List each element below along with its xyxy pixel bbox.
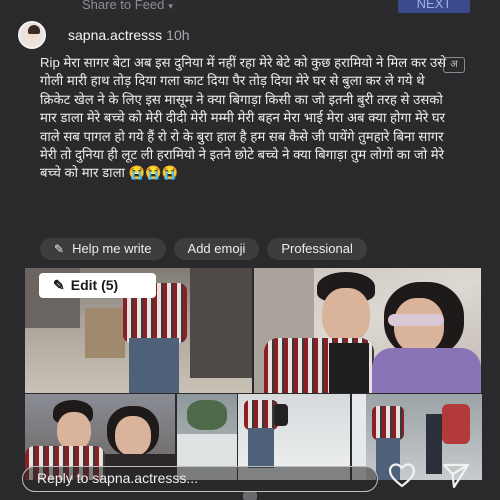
bystander [426, 414, 442, 474]
shelf [190, 268, 252, 378]
edit-media-label: Edit (5) [70, 277, 119, 293]
tshirt [329, 343, 369, 393]
share-to-feed-label: Share to Feed [82, 0, 165, 12]
add-emoji-button[interactable]: Add emoji [173, 238, 260, 260]
professional-label: Professional [281, 241, 353, 256]
face [57, 412, 91, 450]
purple-top [372, 348, 481, 393]
share-to-feed-toggle[interactable]: Share to Feed ▾ [82, 0, 173, 12]
post-header: sapna.actresss 10h [18, 20, 190, 50]
translate-icon[interactable]: अ [443, 57, 465, 73]
caption-emojis: 😭😭😭 [128, 165, 178, 181]
top-bar: Share to Feed ▾ NEXT [0, 0, 500, 14]
red-bag [442, 404, 470, 444]
bottom-handle [243, 492, 257, 500]
help-me-write-button[interactable]: ✎ Help me write [40, 238, 166, 260]
chevron-down-icon: ▾ [168, 1, 173, 11]
edit-media-button[interactable]: ✎ Edit (5) [39, 273, 156, 298]
sunglasses [388, 314, 444, 326]
person-jeans [248, 428, 274, 468]
face [322, 288, 370, 343]
pencil-icon: ✎ [54, 242, 65, 256]
post-caption: Rip मेरा सागर बेटा अब इस दुनिया में नहीं… [40, 54, 450, 183]
avatar[interactable] [18, 21, 46, 49]
post-time: 10h [166, 27, 190, 43]
composer-chips: ✎ Help me write Add emoji Professional [40, 238, 367, 260]
username-text: sapna.actresss [68, 27, 163, 43]
backpack [274, 404, 288, 426]
person-shirt [372, 406, 404, 440]
username[interactable]: sapna.actresss 10h [68, 27, 190, 43]
plant [187, 400, 227, 430]
help-me-write-label: Help me write [72, 241, 152, 256]
face [115, 416, 151, 456]
pencil-icon: ✎ [53, 277, 65, 293]
next-button[interactable]: NEXT [398, 0, 470, 13]
shelf [85, 308, 125, 358]
heart-icon[interactable] [387, 460, 417, 490]
professional-button[interactable]: Professional [267, 238, 367, 260]
person-jeans [129, 338, 179, 393]
reply-placeholder: Reply to sapna.actresss... [37, 470, 199, 486]
add-emoji-label: Add emoji [187, 241, 246, 256]
caption-text: Rip मेरा सागर बेटा अब इस दुनिया में नहीं… [40, 55, 447, 181]
reply-input[interactable]: Reply to sapna.actresss... [22, 466, 378, 492]
photo-2[interactable] [254, 268, 481, 393]
person-shirt [244, 400, 278, 430]
send-icon[interactable] [441, 460, 471, 490]
